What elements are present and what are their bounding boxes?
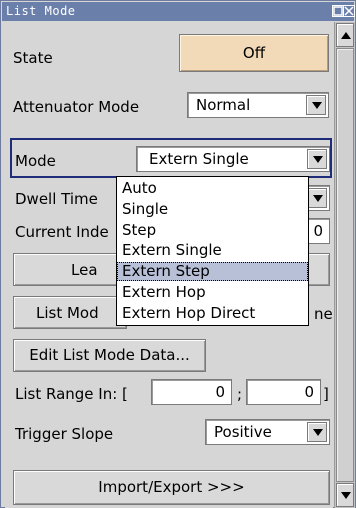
list-range-from-value: 0: [215, 383, 225, 401]
list-range-to-value: 0: [304, 383, 314, 401]
scrollbar-thumb[interactable]: [336, 48, 354, 482]
current-index-value: 0: [313, 222, 323, 240]
list-range-to-field[interactable]: 0: [246, 379, 321, 405]
trigger-slope-label: Trigger Slope: [15, 425, 114, 443]
trigger-slope-select[interactable]: Positive: [205, 419, 330, 445]
import-export-button[interactable]: Import/Export >>>: [13, 470, 330, 505]
title-bar: List Mode: [2, 2, 355, 21]
attenuator-mode-label: Attenuator Mode: [13, 98, 140, 116]
list-range-from-field[interactable]: 0: [151, 379, 232, 405]
attenuator-mode-select[interactable]: Normal: [187, 92, 329, 118]
window-title: List Mode: [6, 4, 76, 18]
mode-option-single[interactable]: Single: [117, 200, 308, 219]
state-off-button[interactable]: Off: [179, 34, 329, 72]
edit-list-mode-data-button[interactable]: Edit List Mode Data...: [13, 339, 206, 372]
scroll-down-button[interactable]: [336, 483, 354, 507]
mode-option-extern-step[interactable]: Extern Step: [117, 262, 308, 281]
list-range-separator: ;: [237, 385, 243, 403]
learn-button-label: Lea: [71, 261, 98, 279]
list-range-label: List Range In: [: [15, 385, 128, 403]
list-mode-window: List Mode State Off Attenuator Mode Norm…: [0, 0, 356, 508]
mode-option-extern-hop-direct[interactable]: Extern Hop Direct: [117, 304, 308, 323]
mode-option-auto[interactable]: Auto: [117, 179, 308, 198]
current-index-label: Current Inde: [15, 223, 109, 241]
chevron-down-icon[interactable]: [307, 422, 327, 442]
mode-focus-ring: [10, 138, 332, 178]
list-mode-suffix: ne: [314, 305, 333, 323]
list-mode-button[interactable]: List Mod: [13, 296, 127, 329]
chevron-down-icon[interactable]: [306, 95, 326, 115]
close-icon[interactable]: [343, 5, 355, 17]
attenuator-mode-value: Normal: [196, 96, 251, 114]
mode-option-extern-single[interactable]: Extern Single: [117, 241, 308, 260]
chevron-down-icon[interactable]: [307, 188, 327, 208]
trigger-slope-value: Positive: [214, 423, 272, 441]
list-mode-button-label: List Mod: [36, 304, 99, 322]
state-label: State: [13, 49, 53, 67]
vertical-scrollbar[interactable]: [334, 22, 355, 508]
scroll-up-button[interactable]: [336, 23, 354, 47]
mode-option-step[interactable]: Step: [117, 221, 308, 240]
dwell-time-label: Dwell Time: [15, 190, 98, 208]
mode-option-extern-hop[interactable]: Extern Hop: [117, 283, 308, 302]
mode-dropdown-list[interactable]: Auto Single Step Extern Single Extern St…: [116, 176, 309, 326]
list-range-close-bracket: ]: [323, 385, 329, 403]
